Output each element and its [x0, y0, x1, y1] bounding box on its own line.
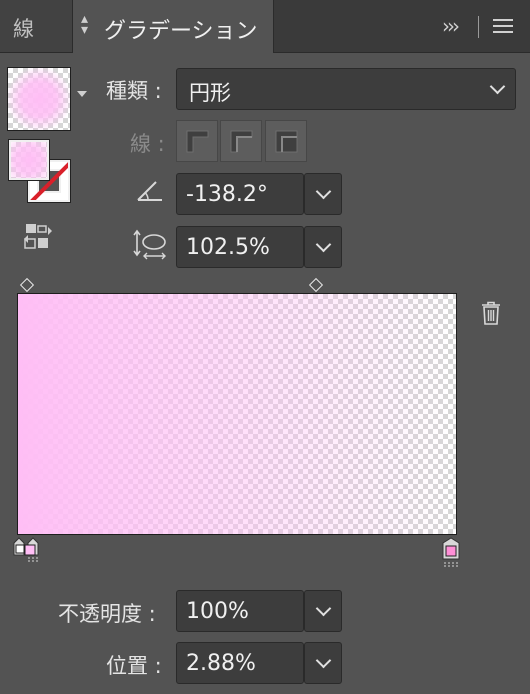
- chevron-down-icon: [315, 600, 332, 617]
- type-dropdown[interactable]: 円形: [176, 68, 516, 110]
- stroke-along-button[interactable]: [220, 120, 262, 162]
- opacity-field[interactable]: 100%: [176, 590, 304, 632]
- aspect-ratio-icon: [133, 229, 166, 260]
- position-dropdown-button[interactable]: [304, 642, 342, 684]
- opacity-dropdown-button[interactable]: [304, 590, 342, 632]
- stroke-apply-label: 線 :: [130, 132, 165, 156]
- type-label: 種類 :: [106, 79, 162, 103]
- gradient-slider[interactable]: [17, 293, 457, 535]
- chevron-down-icon: [315, 236, 332, 253]
- stroke-within-button[interactable]: [176, 120, 218, 162]
- chevron-down-icon: [489, 78, 506, 95]
- chevron-down-icon: [315, 652, 332, 669]
- gradient-preview-swatch[interactable]: [7, 67, 71, 131]
- tab-stroke[interactable]: 線: [0, 0, 73, 52]
- opacity-value: 100%: [186, 599, 249, 624]
- fill-swatch[interactable]: [8, 139, 50, 181]
- reverse-gradient-icon[interactable]: [22, 223, 54, 251]
- position-field[interactable]: 2.88%: [176, 642, 304, 684]
- angle-field[interactable]: -138.2°: [176, 173, 304, 215]
- aspect-ratio-dropdown-button[interactable]: [304, 226, 342, 268]
- chevron-down-icon: [315, 183, 332, 200]
- aspect-ratio-field[interactable]: 102.5%: [176, 226, 304, 268]
- stroke-across-button[interactable]: [265, 120, 307, 162]
- tab-gradient[interactable]: ▴ ▾ グラデーション: [73, 0, 274, 53]
- tab-stroke-label: 線: [13, 17, 34, 41]
- gradient-midpoint-left[interactable]: [19, 277, 35, 293]
- more-panels-icon[interactable]: ›››: [442, 14, 460, 38]
- color-stop-left-selected[interactable]: [12, 537, 42, 569]
- opacity-label: 不透明度 :: [58, 602, 156, 626]
- tab-gradient-label: グラデーション: [104, 19, 258, 44]
- tab-divider: [478, 16, 479, 38]
- panel-menu-icon[interactable]: [493, 19, 513, 34]
- position-label: 位置 :: [106, 654, 162, 678]
- gradient-presets-dropdown-icon[interactable]: [77, 91, 87, 97]
- gradient-midpoint-right[interactable]: [308, 277, 324, 293]
- angle-value: -138.2°: [186, 182, 268, 207]
- position-value: 2.88%: [186, 651, 256, 676]
- aspect-ratio-value: 102.5%: [186, 235, 270, 260]
- angle-icon: [137, 181, 162, 201]
- angle-dropdown-button[interactable]: [304, 173, 342, 215]
- color-stop-right[interactable]: [442, 537, 460, 569]
- trash-icon[interactable]: [481, 301, 501, 325]
- type-value: 円形: [189, 81, 231, 105]
- tab-expand-icon[interactable]: ▴ ▾: [81, 12, 88, 37]
